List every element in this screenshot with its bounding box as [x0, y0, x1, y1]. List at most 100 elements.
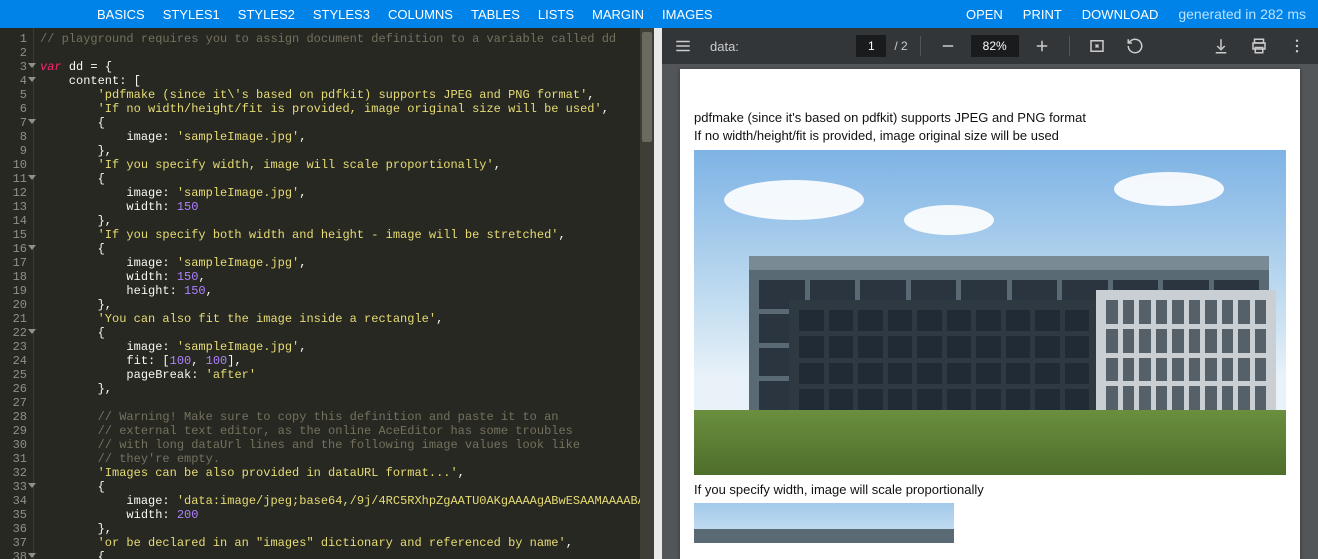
code-line[interactable]: {	[40, 172, 654, 186]
pdf-sample-image-large	[694, 150, 1286, 475]
line-number: 20	[0, 298, 27, 312]
code-line[interactable]: {	[40, 550, 654, 559]
editor-gutter: 1234567891011121314151617181920212223242…	[0, 28, 34, 559]
code-line[interactable]: width: 150,	[40, 270, 654, 284]
line-number: 29	[0, 424, 27, 438]
code-line[interactable]: width: 150	[40, 200, 654, 214]
code-line[interactable]: height: 150,	[40, 284, 654, 298]
code-line[interactable]: {	[40, 116, 654, 130]
nav-right-group: OPEN PRINT DOWNLOAD generated in 282 ms	[966, 6, 1306, 22]
code-line[interactable]: image: 'data:image/jpeg;base64,/9j/4RC5R…	[40, 494, 654, 508]
nav-left-group: BASICS STYLES1 STYLES2 STYLES3 COLUMNS T…	[97, 7, 713, 22]
line-number: 6	[0, 102, 27, 116]
code-line[interactable]: 'You can also fit the image inside a rec…	[40, 312, 654, 326]
line-number: 13	[0, 200, 27, 214]
line-number: 8	[0, 130, 27, 144]
pdf-text-line-1: pdfmake (since it's based on pdfkit) sup…	[694, 109, 1286, 127]
open-button[interactable]: OPEN	[966, 7, 1003, 22]
rotate-icon[interactable]	[1120, 31, 1150, 61]
fit-page-icon[interactable]	[1082, 31, 1112, 61]
page-number-input[interactable]	[856, 35, 886, 57]
line-number: 19	[0, 284, 27, 298]
code-line[interactable]	[40, 396, 654, 410]
document-title: data:	[710, 39, 800, 54]
code-line[interactable]: },	[40, 298, 654, 312]
pdf-sample-image-small	[694, 503, 954, 543]
line-number: 23	[0, 340, 27, 354]
code-line[interactable]: var dd = {	[40, 60, 654, 74]
code-line[interactable]: // with long dataUrl lines and the follo…	[40, 438, 654, 452]
menu-icon[interactable]	[668, 31, 698, 61]
code-editor[interactable]: 1234567891011121314151617181920212223242…	[0, 28, 654, 559]
zoom-out-icon[interactable]	[933, 31, 963, 61]
download-icon[interactable]	[1206, 31, 1236, 61]
code-line[interactable]: {	[40, 326, 654, 340]
zoom-in-icon[interactable]	[1027, 31, 1057, 61]
code-line[interactable]: // Warning! Make sure to copy this defin…	[40, 410, 654, 424]
pdf-page-1: pdfmake (since it's based on pdfkit) sup…	[680, 69, 1300, 559]
line-number: 18	[0, 270, 27, 284]
page-total-label: / 2	[894, 39, 907, 53]
line-number: 31	[0, 452, 27, 466]
line-number: 17	[0, 256, 27, 270]
line-number: 11	[0, 172, 27, 186]
nav-styles3[interactable]: STYLES3	[313, 7, 370, 22]
code-line[interactable]: // they're empty.	[40, 452, 654, 466]
code-line[interactable]: fit: [100, 100],	[40, 354, 654, 368]
nav-tables[interactable]: TABLES	[471, 7, 520, 22]
line-number: 16	[0, 242, 27, 256]
code-line[interactable]: {	[40, 480, 654, 494]
line-number: 26	[0, 382, 27, 396]
code-line[interactable]: image: 'sampleImage.jpg',	[40, 340, 654, 354]
pdf-document-area[interactable]: pdfmake (since it's based on pdfkit) sup…	[662, 64, 1318, 559]
nav-styles2[interactable]: STYLES2	[238, 7, 295, 22]
line-number: 9	[0, 144, 27, 158]
print-button[interactable]: PRINT	[1023, 7, 1062, 22]
nav-styles1[interactable]: STYLES1	[163, 7, 220, 22]
nav-columns[interactable]: COLUMNS	[388, 7, 453, 22]
code-line[interactable]: 'If you specify width, image will scale …	[40, 158, 654, 172]
code-line[interactable]	[40, 46, 654, 60]
nav-lists[interactable]: LISTS	[538, 7, 574, 22]
nav-margin[interactable]: MARGIN	[592, 7, 644, 22]
zoom-level-input[interactable]	[971, 35, 1019, 57]
download-button[interactable]: DOWNLOAD	[1082, 7, 1159, 22]
pdf-text-line-2: If no width/height/fit is provided, imag…	[694, 127, 1286, 145]
code-line[interactable]: 'If no width/height/fit is provided, ima…	[40, 102, 654, 116]
code-line[interactable]: },	[40, 382, 654, 396]
line-number: 7	[0, 116, 27, 130]
generated-time-label: generated in 282 ms	[1178, 6, 1306, 22]
code-line[interactable]: 'pdfmake (since it\'s based on pdfkit) s…	[40, 88, 654, 102]
pane-splitter[interactable]	[654, 28, 662, 559]
editor-scrollbar[interactable]	[640, 28, 654, 559]
code-line[interactable]: 'If you specify both width and height - …	[40, 228, 654, 242]
code-line[interactable]: // external text editor, as the online A…	[40, 424, 654, 438]
code-line[interactable]: 'or be declared in an "images" dictionar…	[40, 536, 654, 550]
code-line[interactable]: 'Images can be also provided in dataURL …	[40, 466, 654, 480]
line-number: 10	[0, 158, 27, 172]
code-line[interactable]: width: 200	[40, 508, 654, 522]
editor-scroll-thumb[interactable]	[642, 32, 652, 142]
code-line[interactable]: },	[40, 144, 654, 158]
code-line[interactable]: image: 'sampleImage.jpg',	[40, 186, 654, 200]
line-number: 32	[0, 466, 27, 480]
print-icon[interactable]	[1244, 31, 1274, 61]
code-line[interactable]: {	[40, 242, 654, 256]
line-number: 15	[0, 228, 27, 242]
code-line[interactable]: pageBreak: 'after'	[40, 368, 654, 382]
code-line[interactable]: image: 'sampleImage.jpg',	[40, 256, 654, 270]
nav-basics[interactable]: BASICS	[97, 7, 145, 22]
editor-content[interactable]: // playground requires you to assign doc…	[34, 28, 654, 559]
more-icon[interactable]	[1282, 31, 1312, 61]
line-number: 38	[0, 550, 27, 559]
code-line[interactable]: },	[40, 522, 654, 536]
code-line[interactable]: },	[40, 214, 654, 228]
line-number: 33	[0, 480, 27, 494]
code-line[interactable]: image: 'sampleImage.jpg',	[40, 130, 654, 144]
line-number: 4	[0, 74, 27, 88]
code-line[interactable]: // playground requires you to assign doc…	[40, 32, 654, 46]
nav-images[interactable]: IMAGES	[662, 7, 713, 22]
line-number: 21	[0, 312, 27, 326]
line-number: 37	[0, 536, 27, 550]
code-line[interactable]: content: [	[40, 74, 654, 88]
